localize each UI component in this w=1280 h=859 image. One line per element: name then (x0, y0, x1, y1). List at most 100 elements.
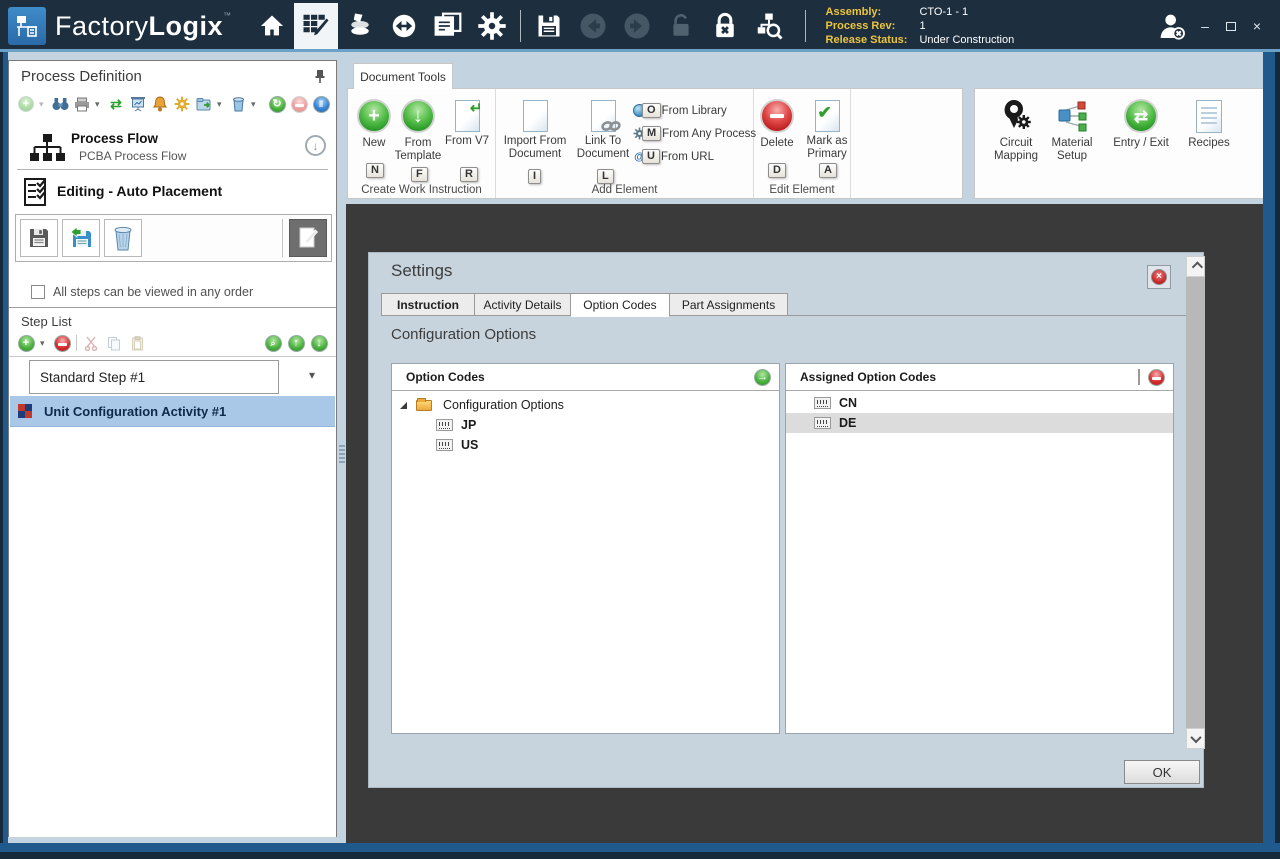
scroll-up-button[interactable] (1186, 256, 1205, 277)
pin-icon[interactable] (314, 69, 326, 89)
app-logo-icon (8, 7, 46, 45)
lock-revoke-button[interactable] (703, 3, 747, 49)
window-frame-bottom (0, 843, 1280, 859)
add-step-icon[interactable]: + (17, 334, 35, 352)
tab-document-tools[interactable]: Document Tools (353, 63, 453, 89)
new-button[interactable]: + New (352, 99, 396, 150)
remove-icon[interactable] (290, 95, 308, 113)
maximize-button[interactable] (1218, 11, 1244, 41)
reports-button[interactable] (426, 3, 470, 49)
step-selector[interactable]: Standard Step #1 (29, 360, 279, 394)
tab-instruction[interactable]: Instruction (381, 293, 475, 316)
unlock-button[interactable] (659, 3, 703, 49)
find-binoculars-icon[interactable] (51, 95, 69, 113)
add-icon[interactable]: + (17, 95, 35, 113)
cut-icon[interactable] (82, 334, 100, 352)
ok-button[interactable]: OK (1124, 760, 1200, 784)
dialog-close-button[interactable]: × (1147, 265, 1171, 289)
delete-step-button[interactable] (104, 219, 142, 257)
editing-mode-label: Editing - Auto Placement (57, 183, 222, 199)
gear-icon[interactable] (173, 95, 191, 113)
step-selector-chevron-icon[interactable]: ▾ (309, 368, 315, 382)
from-v7-button[interactable]: ↵ From V7 (442, 99, 492, 148)
print-icon[interactable] (73, 95, 91, 113)
assigned-item-row-selected[interactable]: DE (786, 413, 1173, 433)
panel-splitter[interactable] (338, 60, 346, 837)
expanded-triangle-icon[interactable] (400, 402, 407, 409)
dialog-scrollbar[interactable] (1186, 256, 1205, 749)
keytip-from-v7: R (460, 167, 478, 182)
import-from-document-button[interactable]: Import From Document (502, 99, 568, 160)
delete-trash-icon[interactable] (229, 95, 247, 113)
assigned-item-row[interactable]: CN (786, 393, 1173, 413)
transfer-button[interactable] (382, 3, 426, 49)
edit-code-icon[interactable] (1138, 370, 1140, 384)
move-up-icon[interactable]: ↑ (287, 334, 305, 352)
tree-item-row[interactable]: US (392, 435, 779, 455)
step-list-title: Step List (21, 314, 72, 329)
process-flow-icon[interactable]: ⇄ (107, 95, 125, 113)
renumber-steps-icon[interactable]: ⌕ (264, 334, 282, 352)
copy-icon[interactable] (105, 334, 123, 352)
collapse-down-icon[interactable]: ↓ (305, 135, 326, 156)
process-flow-name[interactable]: Process Flow (71, 131, 158, 146)
add-step-dropdown-icon[interactable]: ▾ (40, 338, 48, 349)
presentation-icon[interactable] (129, 95, 147, 113)
forward-button[interactable] (615, 3, 659, 49)
minimize-button[interactable]: – (1192, 11, 1218, 41)
option-code-icon (436, 419, 453, 431)
move-down-icon[interactable]: ↓ (310, 334, 328, 352)
settings-gear-button[interactable] (470, 3, 514, 49)
material-setup-button[interactable]: Material Setup (1041, 97, 1103, 163)
keytip-from-any-process: M (642, 126, 661, 141)
refresh-icon[interactable]: ↻ (268, 95, 286, 113)
tab-part-assignments[interactable]: Part Assignments (670, 293, 788, 316)
trash-dropdown-icon[interactable]: ▾ (251, 99, 259, 110)
save-as-button[interactable] (62, 219, 100, 257)
entry-exit-button[interactable]: ⇄ Entry / Exit (1101, 97, 1181, 150)
from-library-button[interactable]: O From Library (632, 103, 727, 118)
from-url-button[interactable]: @ U From URL (632, 149, 714, 164)
tab-option-codes[interactable]: Option Codes (571, 293, 670, 317)
tree-root-row[interactable]: Configuration Options (392, 395, 779, 415)
back-button[interactable] (571, 3, 615, 49)
tree-item-row[interactable]: JP (392, 415, 779, 435)
any-order-checkbox[interactable] (31, 285, 45, 299)
section-title: Configuration Options (391, 326, 536, 343)
export-icon[interactable] (195, 95, 213, 113)
link-to-document-button[interactable]: Link To Document (572, 99, 634, 160)
group-label: Create Work Instruction (348, 184, 495, 196)
pause-icon[interactable]: ‖ (312, 95, 330, 113)
scrollbar-thumb[interactable] (1186, 277, 1205, 728)
process-editor-button[interactable] (294, 3, 338, 49)
notifications-bell-icon[interactable] (151, 95, 169, 113)
from-any-process-button[interactable]: M From Any Process (632, 126, 756, 141)
export-dropdown-icon[interactable]: ▾ (217, 99, 225, 110)
logout-user-button[interactable] (1152, 3, 1192, 49)
mark-as-primary-button[interactable]: ✔ Mark as Primary (800, 99, 854, 160)
delete-element-button[interactable]: Delete (755, 99, 799, 150)
process-info: Assembly:CTO-1 - 1 Process Rev:1 Release… (826, 6, 1015, 47)
document-icon (523, 100, 548, 132)
assign-arrow-button[interactable]: → (754, 369, 771, 386)
circuit-mapping-button[interactable]: Circuit Mapping (985, 97, 1047, 163)
edit-mode-toggle-button[interactable] (289, 219, 327, 257)
scroll-down-button[interactable] (1186, 728, 1205, 749)
library-button[interactable] (338, 3, 382, 49)
remove-code-button[interactable] (1148, 369, 1165, 386)
activity-row-selected[interactable]: Unit Configuration Activity #1 (10, 396, 335, 427)
save-button[interactable] (527, 3, 571, 49)
save-step-button[interactable] (20, 219, 58, 257)
process-search-button[interactable] (747, 3, 791, 49)
settings-dialog: Settings × Instruction Activity Details … (368, 252, 1204, 788)
remove-step-icon[interactable] (53, 334, 71, 352)
paste-icon[interactable] (128, 334, 146, 352)
home-button[interactable] (250, 3, 294, 49)
tab-activity-details[interactable]: Activity Details (475, 293, 571, 316)
print-dropdown-icon[interactable]: ▾ (95, 99, 103, 110)
add-dropdown-icon[interactable]: ▾ (39, 99, 47, 110)
keytip-from-url: U (642, 149, 660, 164)
recipes-button[interactable]: Recipes (1183, 97, 1235, 150)
from-template-button[interactable]: ↓ From Template (392, 99, 444, 162)
close-button[interactable]: × (1244, 11, 1270, 41)
